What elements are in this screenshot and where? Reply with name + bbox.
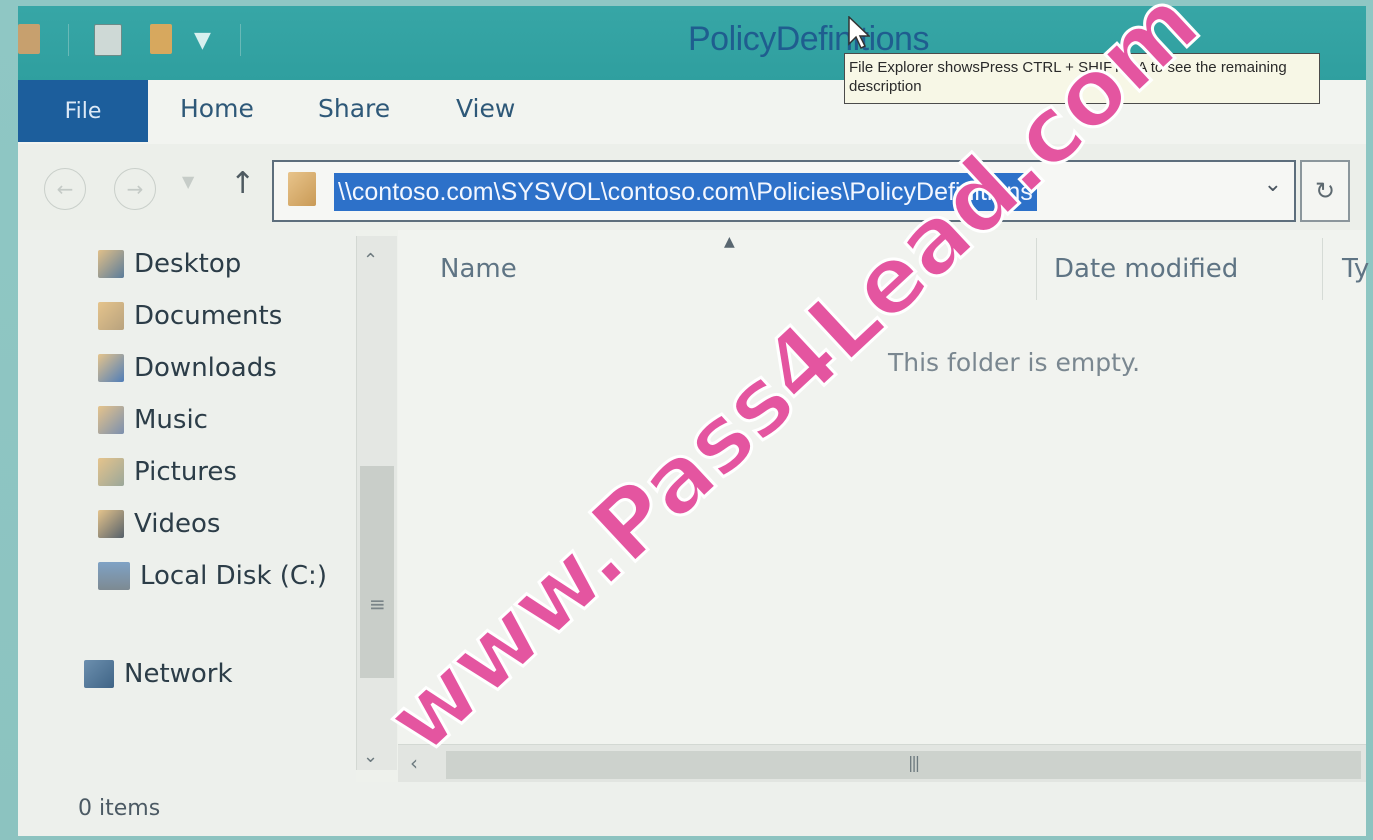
sort-ascending-icon: ▲ [724, 234, 735, 250]
sidebar-item-desktop[interactable]: Desktop [98, 244, 241, 284]
scroll-down-icon[interactable]: ⌄ [363, 746, 378, 767]
up-arrow-icon[interactable]: ↑ [230, 166, 255, 201]
sidebar-item-documents[interactable]: Documents [98, 296, 282, 336]
sidebar-item-label: Network [124, 659, 233, 689]
sidebar-item-label: Videos [134, 509, 221, 539]
column-header-name[interactable]: Name [440, 254, 517, 284]
sidebar-item-videos[interactable]: Videos [98, 504, 220, 544]
customize-toolbar-chevron-icon[interactable]: ▼ [194, 28, 211, 53]
documents-folder-icon [98, 302, 124, 330]
tab-view[interactable]: View [456, 94, 515, 123]
sidebar-item-local-disk[interactable]: Local Disk (C:) [98, 556, 327, 596]
column-header-date-modified[interactable]: Date modified [1054, 254, 1238, 284]
downloads-folder-icon [98, 354, 124, 382]
mouse-pointer-icon [848, 16, 870, 50]
sidebar-item-downloads[interactable]: Downloads [98, 348, 277, 388]
empty-folder-message: This folder is empty. [888, 348, 1141, 377]
navigation-bar: ← → ▼ ↑ \\contoso.com\SYSVOL\contoso.com… [18, 144, 1366, 230]
sidebar-item-label: Local Disk (C:) [140, 561, 327, 591]
sidebar-item-label: Documents [134, 301, 283, 331]
column-divider[interactable] [1036, 238, 1037, 300]
refresh-icon[interactable]: ↻ [1300, 160, 1350, 222]
status-bar: 0 items [18, 782, 1366, 836]
desktop-folder-icon [98, 250, 124, 278]
sidebar-item-label: Pictures [134, 457, 237, 487]
quick-access-separator [240, 24, 241, 56]
sidebar-item-label: Desktop [134, 249, 242, 279]
recent-locations-chevron-icon[interactable]: ▼ [182, 172, 194, 191]
tab-home[interactable]: Home [180, 94, 254, 123]
sidebar-item-music[interactable]: Music [98, 400, 208, 440]
music-folder-icon [98, 406, 124, 434]
scroll-up-icon[interactable]: ⌃ [363, 250, 378, 271]
scroll-left-icon[interactable]: ‹ [410, 751, 418, 775]
videos-folder-icon [98, 510, 124, 538]
scrollbar-thumb[interactable] [360, 466, 394, 678]
address-folder-icon [288, 172, 316, 206]
item-count: 0 items [78, 796, 161, 821]
scrollbar-thumb[interactable] [446, 751, 1361, 779]
quick-access-separator [68, 24, 69, 56]
column-header-type[interactable]: Ty [1342, 254, 1369, 284]
properties-icon[interactable] [94, 24, 122, 56]
column-divider[interactable] [1322, 238, 1323, 300]
horizontal-scrollbar[interactable]: ‹ ||| [398, 744, 1366, 785]
tab-share[interactable]: Share [318, 94, 390, 123]
tab-file[interactable]: File [18, 80, 148, 142]
drive-icon [98, 562, 130, 590]
new-folder-icon[interactable] [150, 24, 172, 54]
pictures-folder-icon [98, 458, 124, 486]
forward-arrow-icon[interactable]: → [114, 168, 156, 210]
sidebar-item-label: Downloads [134, 353, 277, 383]
address-history-chevron-icon[interactable]: ⌄ [1264, 172, 1282, 197]
sidebar-item-network[interactable]: Network [84, 654, 233, 694]
scrollbar-grip-icon: ≡ [369, 592, 386, 616]
back-arrow-icon[interactable]: ← [44, 168, 86, 210]
navigation-pane: Desktop Documents Downloads Music Pictur… [18, 230, 356, 782]
address-bar[interactable]: \\contoso.com\SYSVOL\contoso.com\Policie… [272, 160, 1296, 222]
network-icon [84, 660, 114, 688]
sidebar-item-label: Music [134, 405, 208, 435]
scrollbar-grip-icon: ||| [908, 753, 920, 772]
sidebar-item-pictures[interactable]: Pictures [98, 452, 237, 492]
app-folder-icon[interactable] [18, 24, 40, 54]
